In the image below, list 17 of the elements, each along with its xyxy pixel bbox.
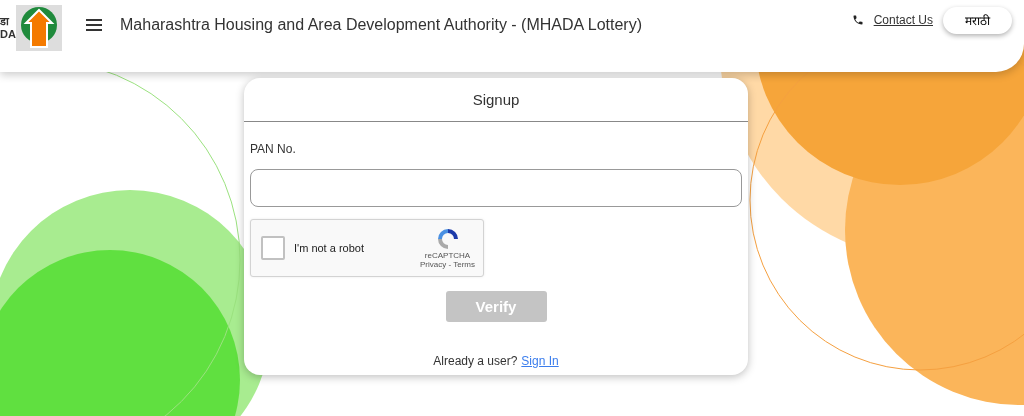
captcha-checkbox[interactable] xyxy=(261,236,285,260)
recaptcha-links[interactable]: Privacy - Terms xyxy=(420,260,475,269)
language-button[interactable]: मराठी xyxy=(943,6,1012,34)
contact-link[interactable]: Contact Us xyxy=(873,13,933,27)
sign-in-link[interactable]: Sign In xyxy=(521,354,559,368)
card-title: Signup xyxy=(244,78,748,122)
captcha-label: I'm not a robot xyxy=(294,242,364,254)
menu-icon[interactable] xyxy=(86,19,102,31)
footer-text: Already a user? xyxy=(433,354,518,368)
logo-text: DA xyxy=(0,28,16,41)
field-label: PAN No. xyxy=(250,142,296,156)
site-title: Maharashtra Housing and Area Development Authority - (MHADA Lottery) xyxy=(120,16,643,34)
phone-icon xyxy=(851,14,864,26)
logo-text: डा xyxy=(0,15,11,28)
house-logo-icon xyxy=(16,5,62,51)
pan-input-field[interactable] xyxy=(250,169,742,207)
recaptcha-brand: reCAPTCHA xyxy=(424,251,471,260)
